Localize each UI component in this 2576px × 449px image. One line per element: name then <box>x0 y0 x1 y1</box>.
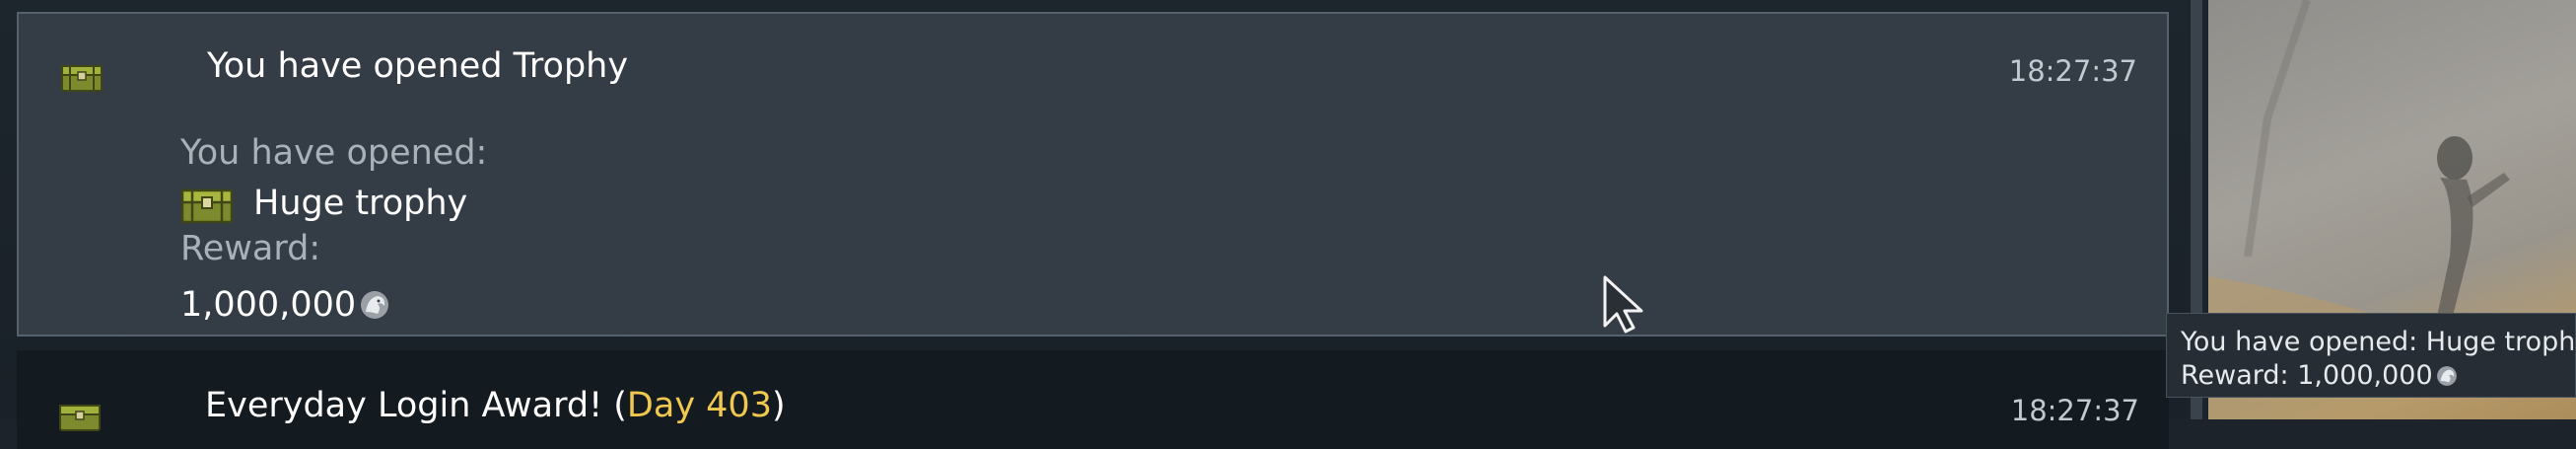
notification-title: Everyday Login Award! (Day 403) <box>205 386 786 425</box>
reward-label: Reward: <box>180 229 321 268</box>
notification-item-login-award[interactable]: Everyday Login Award! (Day 403) 18:27:37 <box>17 350 2169 449</box>
item-name: Huge trophy <box>253 184 468 223</box>
notification-time: 18:27:37 <box>2010 394 2139 427</box>
silver-lion-icon <box>2436 366 2457 386</box>
opened-item: Huge trophy <box>180 180 467 227</box>
silver-lion-icon <box>361 291 389 319</box>
notification-item-trophy[interactable]: You have opened Trophy 18:27:37 You have… <box>17 12 2169 337</box>
tooltip-line-2: Reward: 1,000,000 <box>2181 359 2561 393</box>
tooltip-line-1: You have opened: Huge trophy <box>2181 327 2576 357</box>
chest-icon <box>61 65 103 92</box>
chest-icon <box>59 405 101 431</box>
day-count: Day 403 <box>626 386 772 425</box>
reward-value: 1,000,000 <box>180 285 357 325</box>
reward-row: 1,000,000 <box>180 285 391 325</box>
chest-icon <box>180 188 234 224</box>
tooltip: You have opened: Huge trophy Reward: 1,0… <box>2166 313 2576 398</box>
title-suffix: ) <box>771 386 786 425</box>
tooltip-reward-value: 1,000,000 <box>2297 360 2433 391</box>
notification-title: You have opened Trophy <box>207 46 629 86</box>
notification-list: You have opened Trophy 18:27:37 You have… <box>0 0 2187 449</box>
tooltip-reward-label: Reward: <box>2181 360 2289 391</box>
mouse-cursor-icon <box>1603 275 1643 334</box>
title-prefix: Everyday Login Award! ( <box>205 386 627 425</box>
opened-label: You have opened: <box>180 133 488 173</box>
notification-time: 18:27:37 <box>2008 54 2137 88</box>
